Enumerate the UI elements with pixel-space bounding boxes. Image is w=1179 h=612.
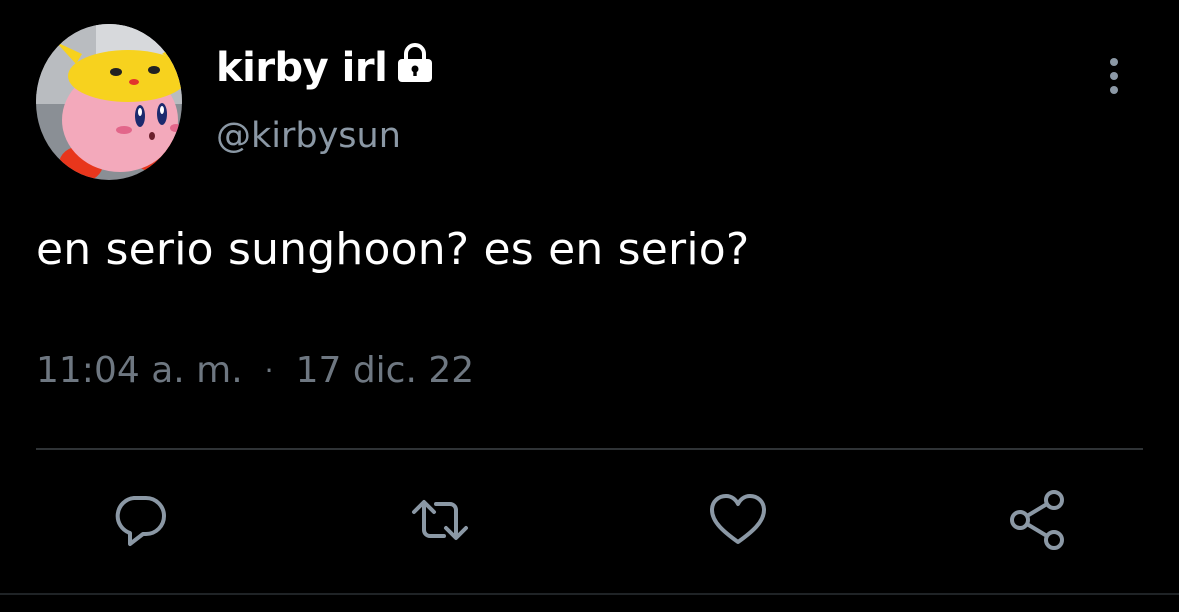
more-vertical-icon bbox=[1110, 58, 1118, 94]
reply-button[interactable] bbox=[108, 488, 172, 552]
tweet-timestamp[interactable]: 11:04 a. m. · 17 dic. 22 bbox=[36, 350, 474, 391]
reply-icon bbox=[115, 496, 166, 546]
user-handle[interactable]: @kirbysun bbox=[216, 116, 401, 156]
retweet-button[interactable] bbox=[408, 488, 472, 552]
divider bbox=[36, 448, 1143, 450]
like-button[interactable] bbox=[706, 488, 770, 552]
kirby-avatar-image bbox=[36, 24, 182, 180]
display-name[interactable]: kirby irl bbox=[216, 42, 435, 94]
share-icon bbox=[1010, 490, 1064, 550]
avatar[interactable] bbox=[36, 24, 182, 180]
more-options-button[interactable] bbox=[1096, 52, 1132, 100]
heart-icon bbox=[710, 494, 766, 544]
tweet-text: en serio sunghoon? es en serio? bbox=[36, 224, 750, 275]
meta-separator: · bbox=[264, 354, 274, 387]
share-button[interactable] bbox=[1006, 488, 1070, 552]
lock-icon bbox=[395, 42, 435, 94]
retweet-icon bbox=[412, 500, 468, 540]
bottom-divider bbox=[0, 593, 1179, 595]
tweet-date: 17 dic. 22 bbox=[295, 350, 475, 391]
tweet-time: 11:04 a. m. bbox=[36, 350, 243, 391]
display-name-text: kirby irl bbox=[216, 45, 388, 91]
